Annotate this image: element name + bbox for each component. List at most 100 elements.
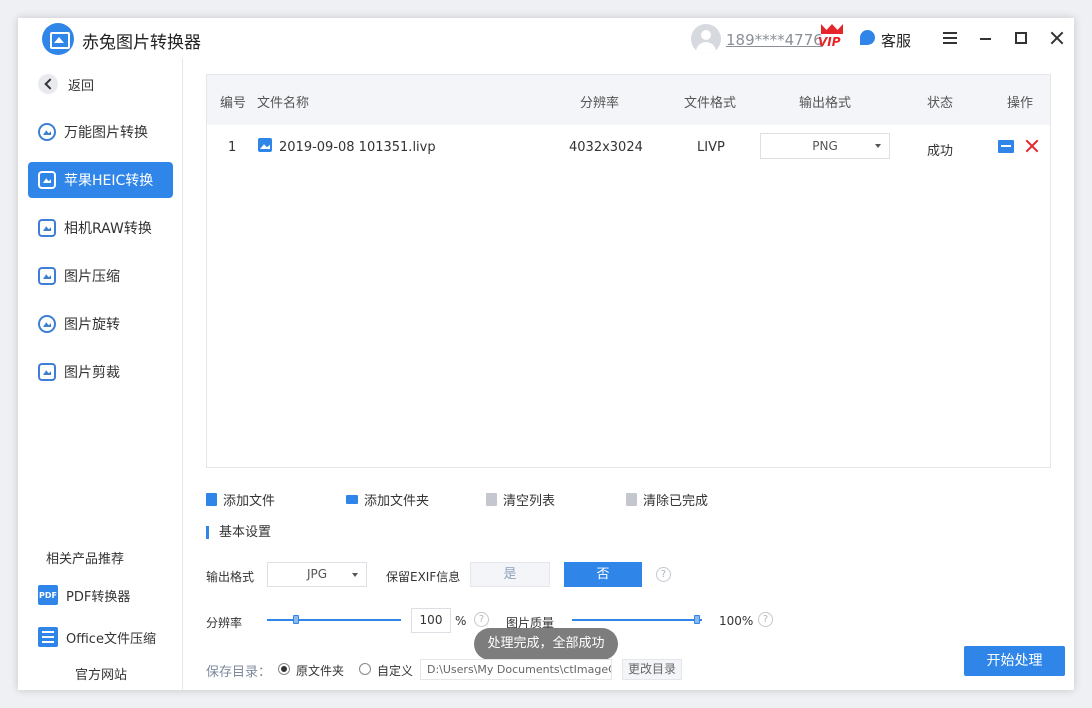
- clear-done-button[interactable]: 清除已完成: [626, 490, 709, 509]
- add-file-label: 添加文件: [223, 493, 276, 509]
- quality-slider-thumb[interactable]: [694, 615, 700, 624]
- avatar[interactable]: [691, 24, 721, 54]
- clear-list-label: 清空列表: [503, 493, 556, 509]
- office-compress-link[interactable]: Office文件压缩: [38, 626, 156, 648]
- help-icon[interactable]: ?: [656, 567, 671, 582]
- sidebar-item-crop[interactable]: 图片剪裁: [28, 354, 173, 390]
- save-dir-label: 保存目录：: [206, 665, 272, 680]
- row-format: LIVP: [697, 140, 725, 155]
- sidebar-item-label: 万能图片转换: [64, 125, 148, 141]
- resolution-slider[interactable]: [267, 619, 401, 621]
- sidebar-item-label: 图片压缩: [64, 269, 120, 285]
- maximize-icon[interactable]: [1015, 32, 1027, 44]
- start-button[interactable]: 开始处理: [964, 646, 1065, 676]
- crop-icon: [38, 363, 56, 381]
- table-row[interactable]: 1 2019-09-08 101351.livp 4032x3024 LIVP …: [207, 125, 1050, 169]
- header-status: 状态: [927, 96, 954, 111]
- resolution-label: 分辨率: [206, 616, 243, 630]
- radio-original-folder[interactable]: [278, 663, 290, 675]
- pdf-icon: PDF: [38, 585, 58, 605]
- sidebar-item-compress[interactable]: 图片压缩: [28, 258, 173, 294]
- header-output: 输出格式: [799, 96, 852, 111]
- output-format-label: 输出格式: [206, 570, 255, 584]
- custom-folder-label[interactable]: 自定义: [377, 662, 413, 679]
- sidebar-item-label: 苹果HEIC转换: [64, 173, 154, 189]
- toast-message: 处理完成，全部成功: [474, 628, 618, 660]
- sidebar-item-label: 相机RAW转换: [64, 221, 152, 237]
- related-products-title: 相关产品推荐: [46, 552, 125, 567]
- table-header: 编号 文件名称 分辨率 文件格式 输出格式 状态 操作: [207, 75, 1050, 125]
- product-label: PDF转换器: [66, 589, 131, 605]
- office-icon: [38, 627, 58, 647]
- sidebar-item-label: 图片剪裁: [64, 365, 120, 381]
- output-format-dropdown[interactable]: JPG: [267, 562, 367, 587]
- pdf-converter-link[interactable]: PDF PDF转换器: [38, 584, 130, 606]
- open-folder-icon[interactable]: [998, 140, 1014, 153]
- resolution-unit: %: [455, 614, 467, 628]
- crown-icon: [821, 24, 843, 34]
- output-format-selected: JPG: [306, 567, 328, 581]
- sidebar-item-raw-convert[interactable]: 相机RAW转换: [28, 210, 173, 246]
- sidebar-item-heic-convert[interactable]: 苹果HEIC转换: [28, 162, 173, 198]
- customer-service-icon[interactable]: [860, 30, 875, 45]
- vip-badge[interactable]: VIP: [818, 24, 846, 52]
- user-account-link[interactable]: 189****4776: [726, 31, 823, 49]
- settings-title: 基本设置: [206, 526, 271, 539]
- help-icon[interactable]: ?: [474, 612, 489, 627]
- exif-yes-button[interactable]: 是: [470, 562, 550, 587]
- add-folder-button[interactable]: 添加文件夹: [346, 490, 430, 509]
- radio-custom-folder[interactable]: [359, 663, 371, 675]
- app-logo-icon: [42, 23, 74, 55]
- app-window: 赤兔图片转换器 189****4776 VIP 客服 返回 万能图片转换 苹果H…: [18, 18, 1074, 690]
- rotate-icon: [38, 315, 56, 333]
- vip-label: VIP: [818, 35, 841, 49]
- quality-slider[interactable]: [572, 619, 702, 621]
- title-bar: 赤兔图片转换器 189****4776 VIP 客服: [18, 18, 1074, 58]
- exif-no-button[interactable]: 否: [564, 562, 642, 587]
- output-format-value: PNG: [812, 139, 838, 153]
- app-title: 赤兔图片转换器: [82, 33, 201, 53]
- menu-icon[interactable]: [943, 32, 957, 44]
- sidebar-item-rotate[interactable]: 图片旋转: [28, 306, 173, 342]
- folder-icon: [346, 494, 358, 504]
- header-no: 编号: [220, 96, 247, 111]
- add-file-button[interactable]: 添加文件: [206, 490, 276, 509]
- row-filename: 2019-09-08 101351.livp: [279, 140, 436, 155]
- save-path-field[interactable]: D:\Users\My Documents\ctImageC: [420, 659, 612, 680]
- clear-list-button[interactable]: 清空列表: [486, 490, 556, 509]
- image-file-icon: [258, 138, 272, 152]
- delete-icon[interactable]: [1024, 138, 1040, 154]
- help-icon[interactable]: ?: [758, 612, 773, 627]
- image-convert-icon: [38, 123, 56, 141]
- original-folder-label[interactable]: 原文件夹: [296, 662, 344, 679]
- resolution-input[interactable]: 100: [411, 608, 451, 633]
- row-resolution: 4032x3024: [569, 140, 643, 155]
- add-file-icon: [206, 492, 217, 506]
- official-site-link[interactable]: 官方网站: [75, 664, 127, 683]
- row-no: 1: [228, 140, 237, 155]
- back-button[interactable]: 返回: [38, 73, 94, 95]
- heic-icon: [38, 171, 56, 189]
- raw-icon: [38, 219, 56, 237]
- minimize-icon[interactable]: [980, 38, 991, 40]
- resolution-slider-thumb[interactable]: [293, 615, 299, 624]
- file-table: 编号 文件名称 分辨率 文件格式 输出格式 状态 操作 1 2019-09-08…: [206, 74, 1051, 468]
- header-resolution: 分辨率: [580, 96, 620, 111]
- quality-value: 100%: [719, 614, 754, 628]
- broom-icon: [626, 492, 637, 506]
- clear-done-label: 清除已完成: [643, 493, 709, 509]
- exif-label: 保留EXIF信息: [386, 570, 461, 584]
- header-format: 文件格式: [684, 96, 737, 111]
- row-status: 成功: [927, 144, 954, 159]
- back-label: 返回: [68, 78, 95, 94]
- sidebar-item-universal-convert[interactable]: 万能图片转换: [28, 114, 173, 150]
- chevron-left-icon: [38, 74, 58, 94]
- add-folder-label: 添加文件夹: [364, 493, 430, 509]
- change-dir-button[interactable]: 更改目录: [622, 659, 682, 680]
- sidebar-item-label: 图片旋转: [64, 317, 120, 333]
- sidebar: 返回 万能图片转换 苹果HEIC转换 相机RAW转换 图片压缩 图片旋转 图片剪…: [18, 58, 183, 690]
- close-icon[interactable]: [1049, 30, 1065, 46]
- output-format-select[interactable]: PNG: [760, 133, 890, 159]
- header-name: 文件名称: [257, 96, 310, 111]
- customer-service-button[interactable]: 客服: [881, 30, 911, 51]
